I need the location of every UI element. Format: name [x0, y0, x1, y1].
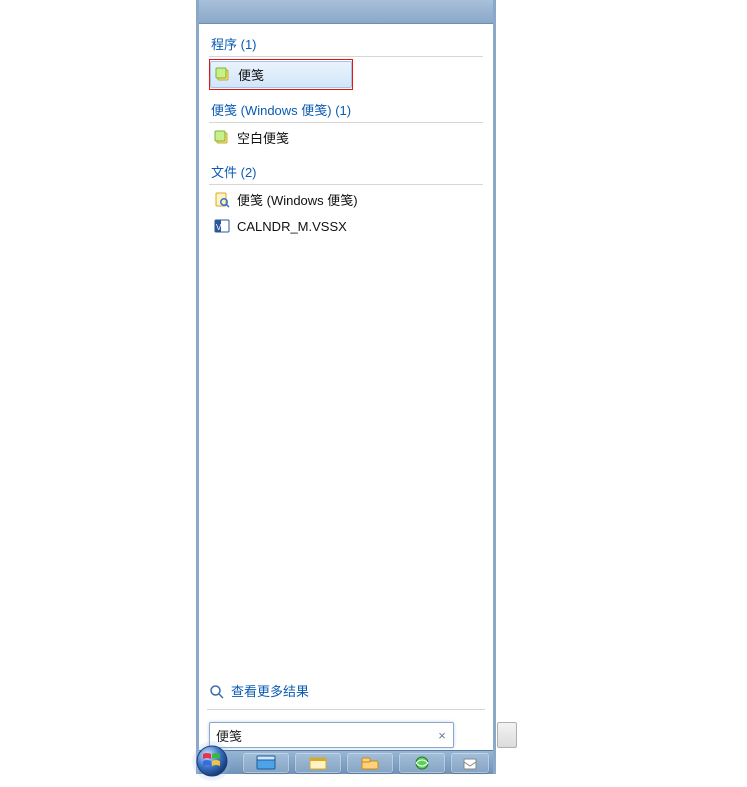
result-sticky-notes-app[interactable]: 便笺	[210, 61, 352, 88]
search-document-icon	[214, 192, 230, 208]
annotation-highlight: 便笺	[209, 59, 353, 90]
start-orb[interactable]	[191, 740, 233, 782]
start-menu-search-panel: 程序 (1) 便笺 便笺 (Windows 便笺) (1) 空白便笺 文件 (2…	[196, 0, 496, 774]
see-more-results-link[interactable]: 查看更多结果	[209, 681, 309, 700]
result-file-calndr-vssx[interactable]: V CALNDR_M.VSSX	[209, 214, 483, 238]
result-label: 便笺 (Windows 便笺)	[237, 190, 358, 209]
search-input-container[interactable]: ×	[209, 722, 454, 748]
result-label: CALNDR_M.VSSX	[237, 219, 347, 234]
group-programs-header[interactable]: 程序 (1)	[209, 28, 483, 57]
magnifier-icon	[209, 684, 225, 698]
visio-file-icon: V	[214, 218, 230, 234]
divider	[207, 709, 485, 710]
group-files-header[interactable]: 文件 (2)	[209, 152, 483, 185]
shutdown-button[interactable]	[497, 722, 517, 748]
clear-search-button[interactable]: ×	[435, 728, 449, 742]
search-results-area: 程序 (1) 便笺 便笺 (Windows 便笺) (1) 空白便笺 文件 (2…	[199, 24, 493, 238]
taskbar-item[interactable]	[295, 753, 341, 773]
taskbar-item[interactable]	[243, 753, 289, 773]
group-sticky-header[interactable]: 便笺 (Windows 便笺) (1)	[209, 90, 483, 123]
result-blank-note[interactable]: 空白便笺	[209, 124, 483, 151]
see-more-results-label: 查看更多结果	[231, 681, 309, 700]
sticky-notes-icon	[215, 67, 231, 83]
taskbar-item[interactable]	[347, 753, 393, 773]
taskbar	[199, 750, 493, 774]
result-file-sticky-search[interactable]: 便笺 (Windows 便笺)	[209, 186, 483, 213]
taskbar-item[interactable]	[399, 753, 445, 773]
result-label: 便笺	[238, 65, 264, 84]
svg-text:V: V	[216, 223, 222, 232]
search-input[interactable]	[216, 728, 435, 743]
sticky-notes-icon	[214, 130, 230, 146]
taskbar-item[interactable]	[451, 753, 489, 773]
result-label: 空白便笺	[237, 128, 289, 147]
window-titlebar	[199, 0, 493, 24]
